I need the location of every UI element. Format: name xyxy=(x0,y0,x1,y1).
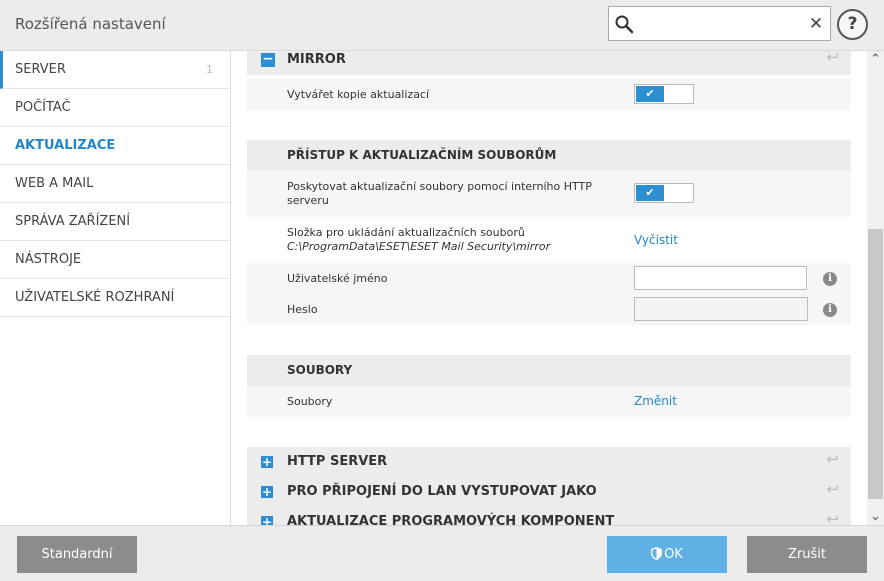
sidebar-item-label: UŽIVATELSKÉ ROZHRANÍ xyxy=(15,290,175,305)
scrollbar-thumb[interactable] xyxy=(868,229,883,499)
setting-row-provide-http: Poskytovat aktualizační soubory pomocí i… xyxy=(247,171,851,217)
provide-http-toggle[interactable]: ✔ xyxy=(634,183,694,203)
search-box[interactable]: ✕ xyxy=(608,6,831,41)
sidebar-item-label: AKTUALIZACE xyxy=(15,138,116,153)
undo-icon[interactable]: ↩ xyxy=(826,510,839,525)
setting-row-create-copies: Vytvářet kopie aktualizací ✔ xyxy=(247,79,851,110)
section-lan-header[interactable]: + PRO PŘIPOJENÍ DO LAN VYSTUPOVAT JAKO ↩ xyxy=(247,477,851,507)
section-components-header[interactable]: + AKTUALIZACE PROGRAMOVÝCH KOMPONENT ↩ xyxy=(247,507,851,525)
section-title: MIRROR xyxy=(287,52,346,67)
setting-row-folder: Složka pro ukládání aktualizačních soubo… xyxy=(247,217,851,263)
undo-icon[interactable]: ↩ xyxy=(826,480,839,498)
ok-button[interactable]: OK xyxy=(607,536,727,573)
expand-icon[interactable]: + xyxy=(261,486,273,498)
sidebar-item-label: NÁSTROJE xyxy=(15,252,82,267)
search-icon xyxy=(615,15,634,34)
content-scrollbar[interactable]: ⌃ ⌄ xyxy=(867,51,884,525)
undo-icon[interactable]: ↩ xyxy=(826,450,839,468)
undo-icon[interactable]: ↩ xyxy=(826,51,839,66)
collapse-icon[interactable]: − xyxy=(261,52,275,67)
setting-label: Soubory xyxy=(287,395,333,408)
cancel-button[interactable]: Zrušit xyxy=(747,536,867,573)
check-icon: ✔ xyxy=(636,86,664,102)
clear-folder-link[interactable]: Vyčistit xyxy=(634,233,678,247)
setting-label: Uživatelské jméno xyxy=(287,272,388,285)
standard-button[interactable]: Standardní xyxy=(17,536,137,573)
folder-label: Složka pro ukládání aktualizačních soubo… xyxy=(287,226,525,239)
section-title: HTTP SERVER xyxy=(287,454,388,469)
folder-path: C:\ProgramData\ESET\ESET Mail Security\m… xyxy=(287,240,551,253)
setting-label: Složka pro ukládání aktualizačních soubo… xyxy=(287,226,550,254)
sidebar-item-label: SPRÁVA ZAŘÍZENÍ xyxy=(15,214,131,229)
sidebar-item-sprava-zarizeni[interactable]: SPRÁVA ZAŘÍZENÍ xyxy=(0,203,230,241)
create-copies-toggle[interactable]: ✔ xyxy=(634,84,694,104)
sidebar-item-uzivatelske-rozhrani[interactable]: UŽIVATELSKÉ ROZHRANÍ xyxy=(0,279,230,317)
info-icon[interactable]: i xyxy=(823,303,837,317)
window-header: Rozšířená nastavení ✕ ? xyxy=(0,0,884,51)
chevron-up-icon[interactable]: ⌃ xyxy=(867,51,884,68)
section-title: AKTUALIZACE PROGRAMOVÝCH KOMPONENT xyxy=(287,514,615,525)
setting-row-password: Heslo i xyxy=(247,294,851,325)
setting-label: Heslo xyxy=(287,303,318,316)
sidebar-item-aktualizace[interactable]: AKTUALIZACE xyxy=(0,127,230,165)
setting-label-line: serveru xyxy=(287,194,329,207)
chevron-down-icon[interactable]: ⌄ xyxy=(867,508,884,525)
sidebar-item-label: SERVER xyxy=(15,62,66,77)
sidebar-item-count: 1 xyxy=(206,63,213,76)
subsection-access-header: PŘÍSTUP K AKTUALIZAČNÍM SOUBORŮM xyxy=(247,140,851,171)
check-icon: ✔ xyxy=(636,185,664,201)
shield-icon xyxy=(651,547,663,560)
sidebar-item-nastroje[interactable]: NÁSTROJE xyxy=(0,241,230,279)
subsection-title: SOUBORY xyxy=(287,363,353,377)
subsection-files-header: SOUBORY xyxy=(247,355,851,386)
password-input[interactable] xyxy=(634,297,808,321)
expand-icon[interactable]: + xyxy=(261,516,273,525)
setting-label: Vytvářet kopie aktualizací xyxy=(287,88,430,101)
info-icon[interactable]: i xyxy=(823,272,837,286)
setting-row-files: Soubory Změnit xyxy=(247,386,851,417)
setting-label-line: Poskytovat aktualizační soubory pomocí i… xyxy=(287,180,592,193)
sidebar-item-server[interactable]: SERVER 1 xyxy=(0,51,230,89)
sidebar-item-web-a-mail[interactable]: WEB A MAIL xyxy=(0,165,230,203)
help-button[interactable]: ? xyxy=(837,9,868,40)
section-http-server-header[interactable]: + HTTP SERVER ↩ xyxy=(247,447,851,477)
change-files-link[interactable]: Změnit xyxy=(634,394,677,408)
settings-content: − MIRROR ↩ Vytvářet kopie aktualizací ✔ … xyxy=(231,51,867,525)
search-input[interactable] xyxy=(639,13,807,35)
window-footer: Standardní OK Zrušit xyxy=(0,525,884,581)
sidebar-item-label: WEB A MAIL xyxy=(15,176,94,191)
section-mirror-header[interactable]: − MIRROR ↩ xyxy=(247,51,851,75)
setting-row-username: Uživatelské jméno i xyxy=(247,263,851,294)
section-title: PRO PŘIPOJENÍ DO LAN VYSTUPOVAT JAKO xyxy=(287,484,597,499)
sidebar: SERVER 1 POČÍTAČ AKTUALIZACE WEB A MAIL … xyxy=(0,51,231,525)
sidebar-item-label: POČÍTAČ xyxy=(15,100,71,115)
clear-search-icon[interactable]: ✕ xyxy=(807,14,825,34)
ok-button-label: OK xyxy=(664,547,683,562)
window-title: Rozšířená nastavení xyxy=(15,15,166,33)
expand-icon[interactable]: + xyxy=(261,456,273,468)
sidebar-item-pocitac[interactable]: POČÍTAČ xyxy=(0,89,230,127)
setting-label: Poskytovat aktualizační soubory pomocí i… xyxy=(287,180,592,208)
username-input[interactable] xyxy=(634,266,807,290)
subsection-title: PŘÍSTUP K AKTUALIZAČNÍM SOUBORŮM xyxy=(287,148,557,162)
